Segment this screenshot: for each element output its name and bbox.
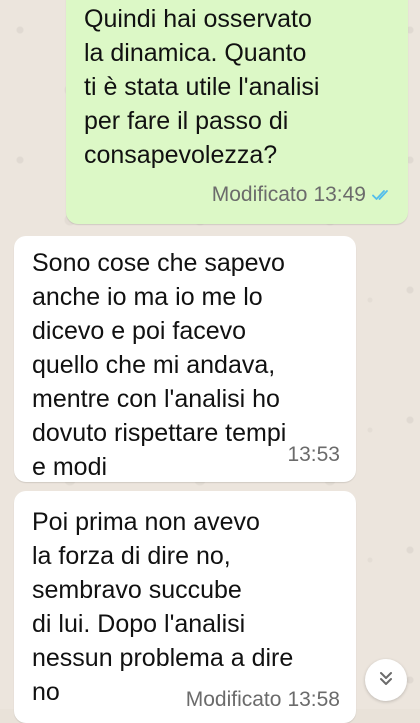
message-incoming-2[interactable]: Poi prima non avevo la forza di dire no,…: [14, 491, 356, 723]
message-text: Quindi hai osservato la dinamica. Quanto…: [84, 5, 320, 169]
message-time: 13:53: [287, 443, 340, 466]
edited-label: Modificato: [185, 688, 282, 711]
edited-label: Modificato: [211, 183, 308, 206]
message-meta: 13:53: [287, 438, 340, 472]
double-check-icon: [372, 188, 392, 202]
message-time: 13:58: [287, 688, 340, 711]
message-outgoing-1[interactable]: Quindi hai osservato la dinamica. Quanto…: [66, 0, 408, 224]
message-meta: Modificato 13:49: [212, 178, 392, 212]
scroll-to-bottom-button[interactable]: [365, 659, 407, 701]
message-meta: Modificato 13:58: [186, 683, 340, 717]
message-time: 13:49: [313, 183, 366, 206]
message-incoming-1[interactable]: Sono cose che sapevo anche io ma io me l…: [14, 236, 356, 482]
double-chevron-down-icon: [376, 668, 396, 693]
message-text: Poi prima non avevo la forza di dire no,…: [32, 508, 294, 706]
